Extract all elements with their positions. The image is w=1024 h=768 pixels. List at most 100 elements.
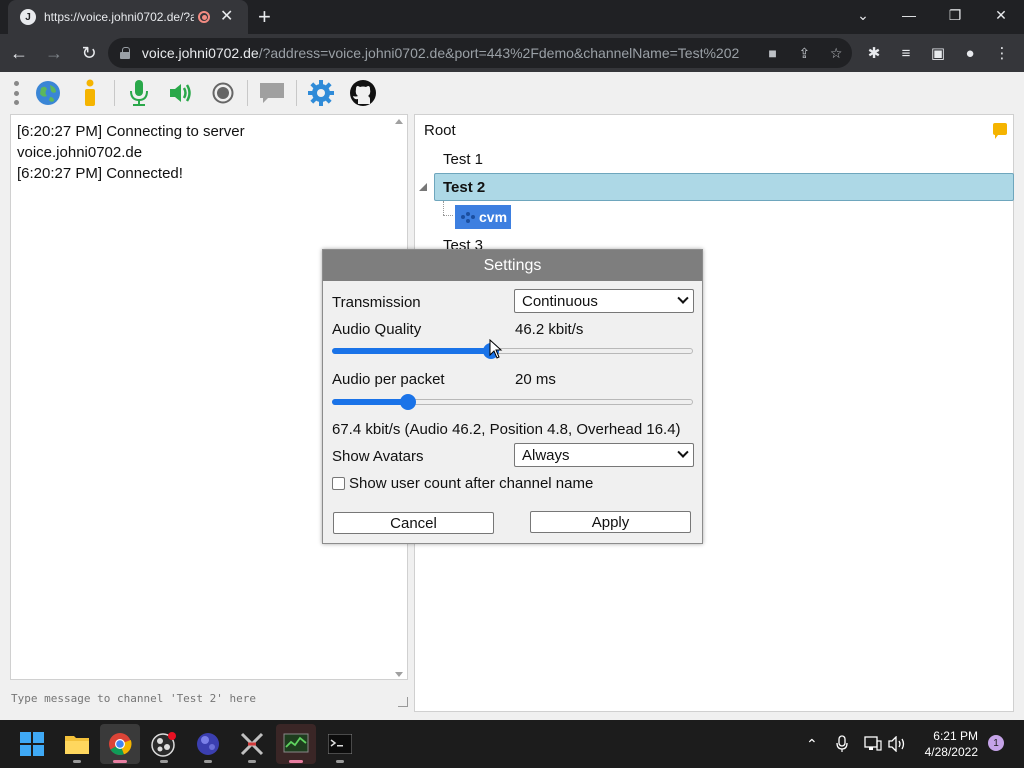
settings-dialog: Settings Transmission Continuous Audio Q… [322, 249, 703, 544]
new-tab-button[interactable]: + [258, 6, 271, 28]
tab-search-icon[interactable]: ⌄ [840, 0, 886, 30]
browser-tab[interactable]: J https://voice.johni0702.de/?a ✕ [8, 0, 248, 34]
transmission-label: Transmission [332, 294, 421, 311]
chevron-down-icon [677, 292, 689, 304]
file-explorer-icon[interactable] [57, 724, 97, 764]
app-toolbar [0, 72, 1024, 114]
audio-quality-label: Audio Quality [332, 321, 422, 338]
transmission-select-value: Continuous [522, 292, 598, 310]
toolbar-handle-icon[interactable] [14, 81, 20, 105]
connect-globe-icon[interactable] [30, 75, 66, 111]
avatars-select[interactable]: Always [514, 443, 694, 467]
scroll-down-icon[interactable] [395, 672, 403, 677]
tree-user-label: cvm [479, 209, 508, 225]
media-icon[interactable]: ≡ [890, 37, 922, 69]
tree-user-cvm[interactable]: cvm [455, 205, 512, 229]
mouse-cursor-icon [489, 339, 503, 359]
running-indicator [336, 760, 344, 763]
terminal-icon[interactable] [320, 724, 360, 764]
slider-fill [332, 399, 408, 405]
menu-icon[interactable]: ⋮ [986, 37, 1018, 69]
slider-thumb[interactable] [399, 394, 416, 410]
star-icon[interactable]: ☆ [820, 45, 852, 62]
transmission-select[interactable]: Continuous [514, 289, 694, 313]
tray-network-icon[interactable] [864, 720, 882, 768]
minimize-button[interactable]: — [886, 0, 932, 30]
scroll-up-icon[interactable] [395, 119, 403, 124]
chrome-icon[interactable] [100, 724, 140, 764]
audio-packet-slider[interactable] [332, 393, 693, 411]
lock-icon[interactable] [120, 47, 130, 59]
window-controls: ⌄ — ❐ ✕ [840, 0, 1024, 34]
close-window-button[interactable]: ✕ [978, 0, 1024, 30]
camera-icon[interactable]: ■ [757, 45, 789, 61]
reload-icon[interactable]: ↻ [73, 37, 105, 69]
obs-icon[interactable] [144, 724, 184, 764]
tray-microphone-icon[interactable] [836, 720, 848, 768]
tree-connector [443, 215, 453, 216]
avatars-label: Show Avatars [332, 448, 424, 465]
audio-quality-value: 46.2 kbit/s [515, 321, 584, 338]
chat-message: [6:20:27 PM] Connected! [17, 165, 183, 182]
monitor-icon[interactable] [276, 724, 316, 764]
share-icon[interactable]: ⇪ [789, 45, 821, 62]
tree-channel-test-2[interactable] [434, 173, 1014, 201]
running-indicator [113, 760, 127, 763]
audio-quality-slider[interactable] [332, 342, 693, 360]
cancel-button[interactable]: Cancel [333, 512, 494, 534]
url-text[interactable]: voice.johni0702.de/?address=voice.johni0… [142, 45, 757, 61]
chevron-down-icon [677, 446, 689, 458]
tree-channel-test-1[interactable]: Test 1 [443, 151, 483, 168]
sidepanel-icon[interactable]: ▣ [922, 37, 954, 69]
app-globe-icon[interactable] [188, 724, 228, 764]
audio-packet-label: Audio per packet [332, 371, 445, 388]
apply-button[interactable]: Apply [530, 511, 691, 533]
record-icon[interactable] [205, 75, 241, 111]
tree-channel-label: Test 2 [443, 179, 486, 196]
restore-button[interactable]: ❐ [932, 0, 978, 30]
slider-fill [332, 348, 491, 354]
windows-start-icon[interactable] [12, 724, 52, 764]
chat-icon[interactable] [254, 75, 290, 111]
running-indicator [204, 760, 212, 763]
back-icon[interactable]: ← [3, 37, 35, 69]
dialog-title: Settings [323, 250, 702, 281]
tab-title: https://voice.johni0702.de/?a [44, 10, 194, 24]
tab-close-icon[interactable]: ✕ [220, 9, 233, 25]
tray-overflow-icon[interactable]: ⌃ [806, 720, 818, 768]
clock-date: 4/28/2022 [924, 745, 978, 759]
user-count-checkbox[interactable] [332, 477, 345, 490]
notification-badge[interactable]: 1 [988, 735, 1004, 751]
clock-time: 6:21 PM [933, 729, 978, 743]
address-bar[interactable]: voice.johni0702.de/?address=voice.johni0… [108, 38, 852, 68]
message-input[interactable] [10, 682, 410, 712]
user-talking-icon [461, 212, 475, 223]
resize-grip-icon[interactable] [398, 697, 408, 707]
tab-favicon-icon: J [20, 9, 36, 25]
tree-root-channel[interactable]: Root [424, 122, 456, 139]
recording-indicator-icon [198, 11, 210, 23]
extensions-icon[interactable]: ✱ [858, 37, 890, 69]
app-x-icon[interactable] [232, 724, 272, 764]
toolbar-separator [114, 80, 115, 106]
speaker-icon[interactable] [163, 75, 199, 111]
running-indicator [73, 760, 81, 763]
system-clock[interactable]: 6:21 PM 4/28/2022 [916, 728, 978, 760]
chat-bubble-icon [993, 123, 1007, 139]
github-icon[interactable] [345, 75, 381, 111]
toolbar-separator [247, 80, 248, 106]
browser-toolbar: ← → ↻ voice.johni0702.de/?address=voice.… [0, 34, 1024, 72]
forward-icon[interactable]: → [38, 37, 70, 69]
profile-icon[interactable]: ● [954, 37, 986, 69]
running-indicator [289, 760, 303, 763]
user-count-label[interactable]: Show user count after channel name [349, 475, 593, 492]
bitrate-summary: 67.4 kbit/s (Audio 46.2, Position 4.8, O… [332, 421, 681, 438]
audio-packet-value: 20 ms [515, 371, 556, 388]
tray-volume-icon[interactable] [888, 720, 908, 768]
microphone-icon[interactable] [121, 75, 157, 111]
expand-arrow-icon[interactable] [419, 183, 427, 191]
browser-tabstrip: J https://voice.johni0702.de/?a ✕ + ⌄ — … [0, 0, 1024, 34]
running-indicator [160, 760, 168, 763]
settings-gear-icon[interactable] [303, 75, 339, 111]
info-icon[interactable] [72, 75, 108, 111]
